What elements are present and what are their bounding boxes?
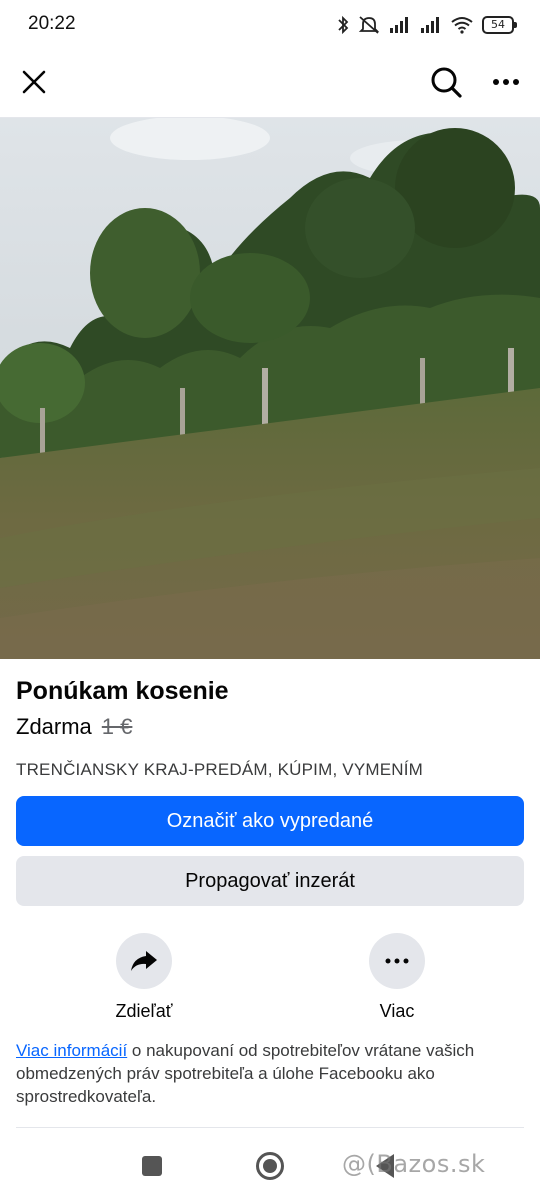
more-icon	[385, 958, 409, 964]
status-time: 20:22	[28, 13, 76, 34]
mute-icon	[358, 16, 380, 34]
mark-as-sold-button[interactable]: Označiť ako vypredané	[16, 796, 524, 846]
more-info-link[interactable]: Viac informácií	[16, 1041, 127, 1060]
battery-icon: 54	[482, 16, 517, 34]
more-label: Viac	[379, 1001, 415, 1021]
more-options-button[interactable]	[484, 60, 528, 104]
more-action[interactable]: Viac	[337, 933, 457, 1023]
search-icon	[431, 67, 462, 98]
more-button[interactable]	[369, 933, 425, 989]
more-icon	[493, 79, 519, 85]
status-icons: 54	[337, 14, 517, 36]
price-row: Zdarma 1 €	[16, 712, 524, 742]
close-icon	[22, 70, 46, 94]
listing-photo[interactable]	[0, 118, 540, 659]
search-button[interactable]	[424, 60, 468, 104]
meadow-image	[0, 118, 540, 659]
home-button[interactable]	[256, 1152, 284, 1180]
watermark: @(Bazos.sk	[342, 1150, 486, 1178]
signal-icon	[390, 17, 408, 33]
system-nav-bar: @(Bazos.sk	[0, 1140, 540, 1200]
share-label: Zdieľať	[115, 1001, 173, 1021]
listing-category: TRENČIANSKY KRAJ-PREDÁM, KÚPIM, VYMENÍM	[16, 760, 424, 779]
promote-listing-button[interactable]: Propagovať inzerát	[16, 856, 524, 906]
listing-price: Zdarma	[16, 714, 92, 739]
wifi-icon	[451, 17, 473, 34]
share-button[interactable]	[116, 933, 172, 989]
listing-old-price: 1 €	[101, 714, 133, 739]
listing-details: Ponúkam kosenie Zdarma 1 € TRENČIANSKY K…	[16, 674, 524, 782]
close-button[interactable]	[12, 60, 56, 104]
status-bar: 20:22 54	[0, 0, 540, 50]
consumer-info: Viac informácií o nakupovaní od spotrebi…	[16, 1039, 528, 1108]
share-icon	[131, 951, 157, 971]
listing-title: Ponúkam kosenie	[16, 677, 229, 705]
top-bar	[0, 50, 540, 118]
divider	[16, 1127, 524, 1128]
signal-icon	[421, 17, 439, 33]
recents-button[interactable]	[142, 1156, 162, 1176]
bluetooth-icon	[338, 15, 349, 35]
share-action[interactable]: Zdieľať	[84, 933, 204, 1023]
